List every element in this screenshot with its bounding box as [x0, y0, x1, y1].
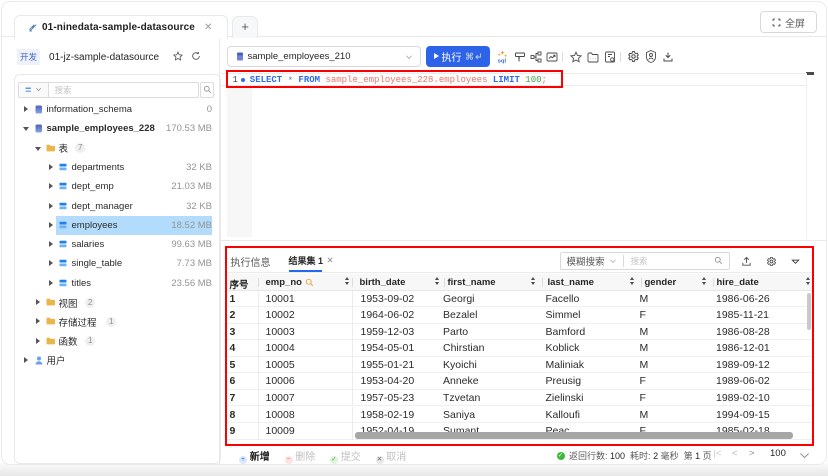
svg-text:sql: sql: [497, 58, 506, 64]
